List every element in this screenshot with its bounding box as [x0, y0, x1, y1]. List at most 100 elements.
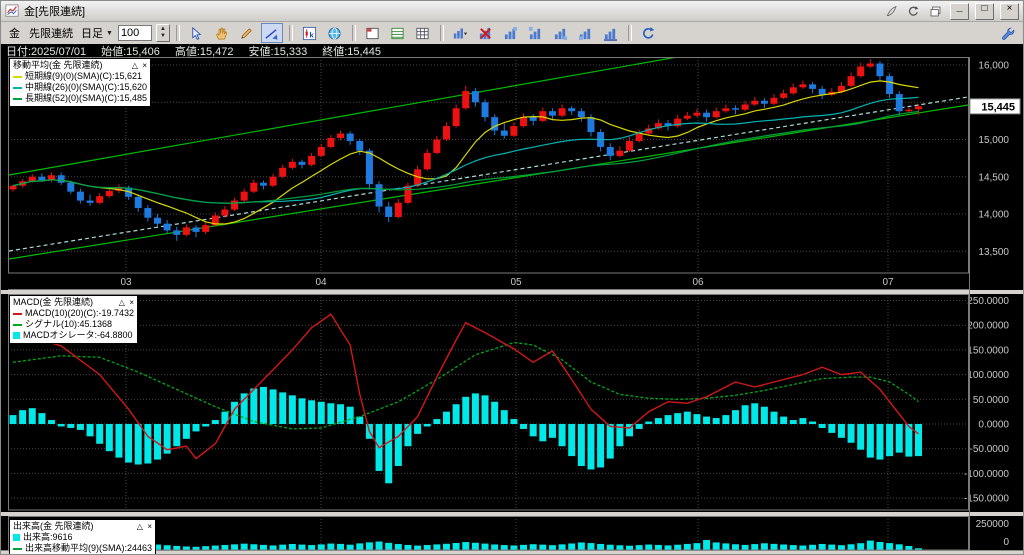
select-tool-icon[interactable] [186, 23, 208, 43]
svg-text:13,500: 13,500 [978, 247, 1009, 258]
svg-text:16,000: 16,000 [978, 61, 1009, 72]
new-chart-icon[interactable] [362, 23, 384, 43]
svg-text:150.0000: 150.0000 [967, 345, 1009, 356]
legend-swatch [13, 547, 22, 550]
svg-text:03: 03 [120, 277, 132, 288]
toolbar-separator [288, 25, 293, 41]
chart-layout-icon-4[interactable] [575, 23, 597, 43]
svg-text:250000: 250000 [976, 519, 1010, 530]
legend-swatch [13, 332, 20, 339]
chart-canvas[interactable]: 16,00015,50015,00014,50014,00013,5000304… [1, 57, 1024, 555]
symbol-label[interactable]: 金 [6, 25, 23, 41]
close-button[interactable]: × [1000, 2, 1019, 20]
trendline-tool-icon[interactable] [260, 23, 283, 43]
data-table-icon[interactable] [387, 23, 409, 43]
bar-count-input[interactable] [117, 25, 152, 41]
svg-text:07: 07 [882, 277, 894, 288]
svg-text:0.0000: 0.0000 [978, 420, 1009, 431]
volume-legend-header: 出来高(金 先限連続) △ × [13, 521, 152, 532]
timeframe-dropdown[interactable]: 日足 ▼ [79, 25, 115, 41]
candlestick-chart-icon[interactable]: k [299, 23, 321, 43]
svg-text:100.0000: 100.0000 [967, 370, 1009, 381]
title-bar: 金[先限連続] _ □ × [1, 1, 1023, 22]
refresh-icon[interactable] [638, 23, 660, 43]
globe-icon[interactable] [324, 23, 346, 43]
legend-item-label: 短期線(9)(0)(SMA)(C):15,621 [25, 71, 143, 81]
legend-collapse-icon[interactable]: △ [137, 522, 143, 531]
ma-legend-header: 移動平均(金 先限連続) △ × [13, 60, 147, 71]
annotate-icon[interactable] [882, 3, 900, 19]
legend-item-label: 長期線(52)(0)(SMA)(C):15,485 [25, 93, 148, 103]
svg-text:06: 06 [692, 277, 704, 288]
chart-layout-icon-5[interactable] [600, 23, 622, 43]
svg-text:15,445: 15,445 [981, 101, 1015, 113]
toolbar-separator [627, 25, 632, 41]
svg-text:50.0000: 50.0000 [973, 395, 1010, 406]
indicator-chart-icon[interactable] [450, 23, 472, 43]
legend-swatch [13, 86, 22, 89]
svg-text:-100.0000: -100.0000 [964, 469, 1009, 480]
legend-item-label: 出来高移動平均(9)(SMA):24463 [25, 543, 153, 553]
legend-close-icon[interactable]: × [142, 61, 147, 70]
maximize-button[interactable]: □ [975, 2, 994, 20]
legend-close-icon[interactable]: × [129, 298, 134, 307]
legend-item: 長期線(52)(0)(SMA)(C):15,485 [13, 93, 147, 104]
legend-swatch [13, 323, 22, 326]
remove-indicator-icon[interactable] [475, 23, 497, 43]
spin-down-icon[interactable]: ▼ [157, 33, 169, 40]
chart-app-icon [5, 4, 20, 18]
price-info-bar: 日付:2025/07/01 始値:15,406 高値:15,472 安値:15,… [1, 44, 1023, 58]
pencil-tool-icon[interactable] [236, 23, 258, 43]
ma-legend-title: 移動平均(金 先限連続) [13, 60, 103, 70]
chart-area[interactable]: 16,00015,50015,00014,50014,00013,5000304… [1, 57, 1024, 555]
legend-item-label: シグナル(10):45.1368 [25, 319, 113, 329]
toolbar-separator [175, 25, 180, 41]
chart-layout-icon-3[interactable] [550, 23, 572, 43]
spin-up-icon[interactable]: ▲ [157, 26, 169, 33]
legend-item: 出来高移動平均(9)(SMA):24463 [13, 543, 152, 554]
legend-collapse-icon[interactable]: △ [119, 298, 125, 307]
legend-collapse-icon[interactable]: △ [132, 61, 138, 70]
minimize-button[interactable]: _ [950, 2, 969, 20]
legend-item-label: MACDオシレータ:-64.8800 [23, 330, 133, 340]
svg-text:250.0000: 250.0000 [967, 296, 1009, 307]
legend-swatch [13, 75, 22, 78]
ma-legend[interactable]: 移動平均(金 先限連続) △ × 短期線(9)(0)(SMA)(C):15,62… [9, 58, 152, 107]
macd-legend[interactable]: MACD(金 先限連続) △ × MACD(10)(20)(C):-19.743… [9, 295, 139, 344]
volume-legend[interactable]: 出来高(金 先限連続) △ × 出来高:9616 出来高移動平均(9)(SMA):… [9, 519, 157, 554]
legend-swatch [13, 97, 22, 100]
chart-layout-icon-2[interactable] [525, 23, 547, 43]
svg-text:-50.0000: -50.0000 [970, 444, 1010, 455]
svg-text:14,000: 14,000 [978, 210, 1009, 221]
legend-item-label: MACD(10)(20)(C):-19.7432 [25, 308, 135, 318]
legend-item: 中期線(26)(0)(SMA)(C):15,620 [13, 82, 147, 93]
svg-text:14,500: 14,500 [978, 172, 1009, 183]
legend-close-icon[interactable]: × [147, 522, 152, 531]
legend-item: 短期線(9)(0)(SMA)(C):15,621 [13, 71, 147, 82]
chart-layout-icon-1[interactable] [500, 23, 522, 43]
macd-legend-title: MACD(金 先限連続) [13, 297, 93, 307]
legend-item-label: 中期線(26)(0)(SMA)(C):15,620 [25, 82, 148, 92]
legend-item: MACD(10)(20)(C):-19.7432 [13, 308, 134, 319]
reload-icon[interactable] [904, 3, 922, 19]
bar-count-spinner[interactable]: ▲ ▼ [155, 24, 170, 42]
volume-legend-title: 出来高(金 先限連続) [13, 521, 94, 531]
window-title: 金[先限連続] [24, 6, 86, 18]
svg-text:04: 04 [315, 277, 327, 288]
cascade-windows-icon[interactable] [926, 3, 944, 19]
legend-item: 出来高:9616 [13, 532, 152, 543]
svg-text:0: 0 [1003, 537, 1009, 548]
chart-window: 金[先限連続] _ □ × 金 先限連続 日足 ▼ ▲ ▼ [0, 0, 1024, 555]
legend-item-label: 出来高:9616 [23, 532, 73, 542]
toolbar-separator [351, 25, 356, 41]
svg-text:05: 05 [510, 277, 522, 288]
legend-swatch [13, 534, 20, 541]
toolbar-separator [439, 25, 444, 41]
toolbar: 金 先限連続 日足 ▼ ▲ ▼ k [1, 22, 1023, 44]
contract-label[interactable]: 先限連続 [26, 25, 76, 41]
svg-text:-150.0000: -150.0000 [964, 494, 1009, 505]
svg-text:200.0000: 200.0000 [967, 321, 1009, 332]
grid-icon[interactable] [412, 23, 434, 43]
wrench-icon[interactable] [996, 23, 1018, 43]
hand-tool-icon[interactable] [211, 23, 233, 43]
